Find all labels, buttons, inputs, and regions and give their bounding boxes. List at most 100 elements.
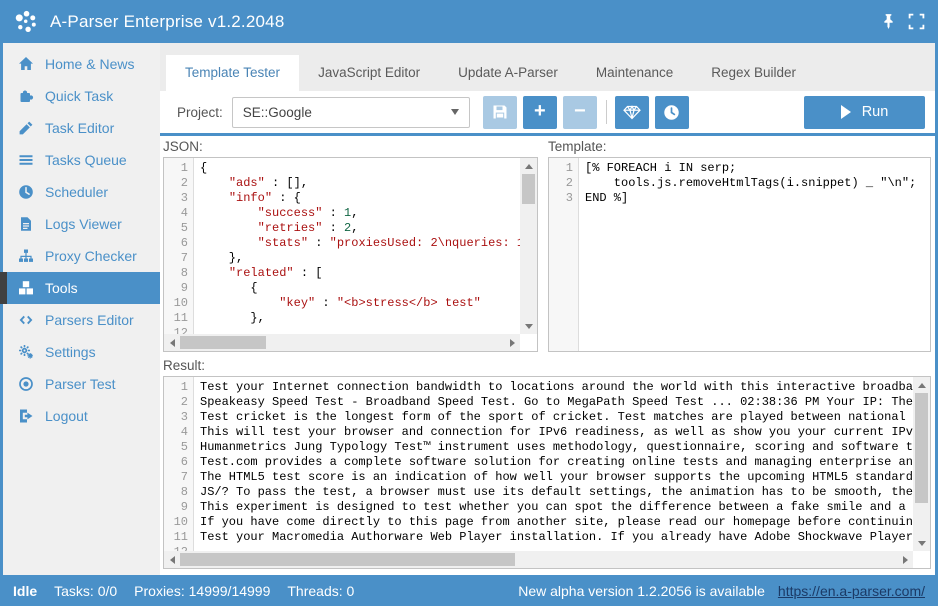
json-vscroll-thumb[interactable]: [522, 174, 535, 204]
run-button[interactable]: Run: [804, 96, 925, 129]
json-code-area[interactable]: { "ads" : [], "info" : { "success" : 1, …: [195, 158, 520, 334]
sidebar-item-scheduler[interactable]: Scheduler: [3, 176, 160, 208]
code-line: {: [200, 281, 520, 296]
home-icon: [16, 56, 35, 73]
scroll-up-icon[interactable]: [520, 158, 537, 174]
sidebar-item-settings[interactable]: Settings: [3, 336, 160, 368]
sidebar-item-label: Home & News: [45, 56, 134, 72]
sidebar-item-label: Parser Test: [45, 376, 116, 392]
code-line: "stats" : "proxiesUsed: 2\nqueries: 1\nq…: [200, 236, 520, 251]
line-number: 10: [164, 515, 193, 530]
tab-template-tester[interactable]: Template Tester: [166, 55, 299, 91]
remove-project-button[interactable]: −: [563, 96, 597, 129]
line-number: 1: [164, 380, 193, 395]
scroll-left-icon[interactable]: [164, 334, 180, 351]
code-line: {: [200, 161, 520, 176]
result-vscroll-thumb[interactable]: [915, 393, 928, 503]
json-pane-label: JSON:: [163, 139, 203, 154]
add-project-button[interactable]: +: [523, 96, 557, 129]
json-line-numbers: 123456789101112: [164, 158, 194, 351]
scroll-up-icon[interactable]: [913, 377, 930, 393]
line-number: 11: [164, 311, 193, 326]
sidebar-item-task-editor[interactable]: Task Editor: [3, 112, 160, 144]
sidebar-item-proxy-checker[interactable]: Proxy Checker: [3, 240, 160, 272]
code-line: },: [200, 251, 520, 266]
code-line: "success" : 1,: [200, 206, 520, 221]
scroll-down-icon[interactable]: [520, 318, 537, 334]
template-editor: 123 [% FOREACH i IN serp; tools.js.remov…: [548, 157, 931, 352]
scroll-down-icon[interactable]: [913, 535, 930, 551]
line-number: 7: [164, 470, 193, 485]
code-line: Test cricket is the longest form of the …: [200, 410, 913, 425]
line-number: 9: [164, 281, 193, 296]
sidebar-item-label: Quick Task: [45, 88, 113, 104]
tab-javascript-editor[interactable]: JavaScript Editor: [299, 55, 439, 91]
code-line: Test.com provides a complete software so…: [200, 455, 913, 470]
result-hscroll-thumb[interactable]: [180, 553, 515, 566]
line-number: 2: [164, 176, 193, 191]
template-code-area[interactable]: [% FOREACH i IN serp; tools.js.removeHtm…: [580, 158, 930, 351]
sidebar-item-label: Tasks Queue: [45, 152, 127, 168]
sidebar-item-logout[interactable]: Logout: [3, 400, 160, 432]
status-bar: Idle Tasks: 0/0 Proxies: 14999/14999 Thr…: [0, 575, 938, 606]
tab-bar: Template TesterJavaScript EditorUpdate A…: [160, 43, 935, 91]
sidebar-item-tasks-queue[interactable]: Tasks Queue: [3, 144, 160, 176]
code-line: Speakeasy Speed Test - Broadband Speed T…: [200, 395, 913, 410]
cubes-icon: [16, 280, 35, 297]
sidebar-item-parsers-editor[interactable]: Parsers Editor: [3, 304, 160, 336]
sidebar-item-logs-viewer[interactable]: Logs Viewer: [3, 208, 160, 240]
sidebar-item-parser-test[interactable]: Parser Test: [3, 368, 160, 400]
fullscreen-icon[interactable]: [908, 13, 925, 30]
minus-icon: −: [574, 101, 586, 121]
pencil-icon: [16, 120, 35, 137]
sidebar-item-label: Logout: [45, 408, 88, 424]
history-button[interactable]: [655, 96, 689, 129]
sidebar-item-quick-task[interactable]: Quick Task: [3, 80, 160, 112]
status-threads: Threads: 0: [287, 583, 354, 599]
file-icon: [16, 216, 35, 233]
result-code-area[interactable]: Test your Internet connection bandwidth …: [195, 377, 913, 551]
code-line: "key" : "<b>stress</b> test": [200, 296, 520, 311]
status-tasks: Tasks: 0/0: [54, 583, 117, 599]
line-number: 11: [164, 530, 193, 545]
scroll-right-icon[interactable]: [504, 334, 520, 351]
plus-icon: +: [534, 101, 546, 121]
tab-maintenance[interactable]: Maintenance: [577, 55, 692, 91]
project-select[interactable]: SE::Google: [232, 97, 470, 128]
code-line: tools.js.removeHtmlTags(i.snippet) _ "\n…: [585, 176, 930, 191]
template-pane-label: Template:: [548, 139, 607, 154]
sidebar-item-home-news[interactable]: Home & News: [3, 48, 160, 80]
scrollbar-corner: [520, 334, 537, 351]
tab-update-a-parser[interactable]: Update A-Parser: [439, 55, 577, 91]
save-project-button[interactable]: [483, 96, 517, 129]
result-line-numbers: 123456789101112: [164, 377, 194, 568]
json-horizontal-scrollbar: [164, 334, 520, 351]
code-line: This will test your browser and connecti…: [200, 425, 913, 440]
line-number: 8: [164, 485, 193, 500]
code-line: Humanmetrics Jung Typology Test™ instrum…: [200, 440, 913, 455]
code-line: END %]: [585, 191, 930, 206]
sidebar-item-tools[interactable]: Tools: [3, 272, 160, 304]
code-line: "info" : {: [200, 191, 520, 206]
a-parser-logo-icon: [12, 8, 39, 35]
pin-icon[interactable]: [880, 13, 897, 30]
scroll-right-icon[interactable]: [897, 551, 913, 568]
clock-icon: [16, 184, 35, 201]
result-horizontal-scrollbar: [164, 551, 913, 568]
scroll-left-icon[interactable]: [164, 551, 180, 568]
json-editor: 123456789101112 { "ads" : [], "info" : {…: [163, 157, 538, 352]
line-number: 4: [164, 206, 193, 221]
logout-icon: [16, 408, 35, 425]
project-label: Project:: [177, 105, 223, 120]
gem-icon: [623, 105, 641, 120]
project-select-value: SE::Google: [243, 105, 312, 120]
update-link[interactable]: https://en.a-parser.com/: [778, 583, 925, 599]
content-area: JSON: Template: Result: 123456789101112 …: [160, 136, 935, 575]
line-number: 3: [164, 191, 193, 206]
gem-button[interactable]: [615, 96, 649, 129]
tab-regex-builder[interactable]: Regex Builder: [692, 55, 815, 91]
clock-icon: [663, 104, 680, 121]
line-number: 1: [164, 161, 193, 176]
play-icon: [841, 105, 851, 119]
json-hscroll-thumb[interactable]: [180, 336, 266, 349]
